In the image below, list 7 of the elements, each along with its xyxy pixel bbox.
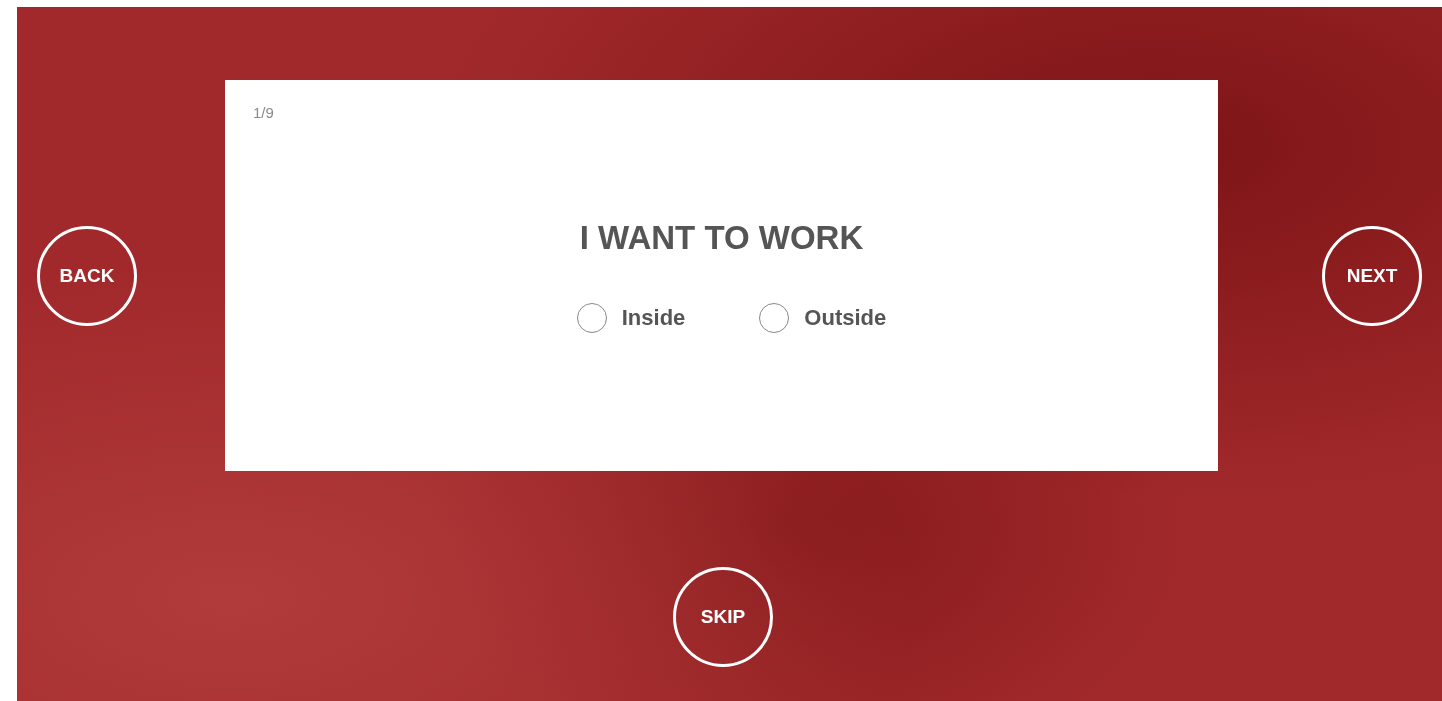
option-label[interactable]: Outside [804,305,887,331]
skip-button[interactable]: SKIP [673,567,773,667]
next-button[interactable]: NEXT [1322,225,1422,326]
progress-counter: 1/9 [253,104,274,121]
option-label[interactable]: Inside [621,305,686,331]
question-title: I WANT TO WORK [579,219,864,257]
back-button[interactable]: BACK [37,225,137,326]
